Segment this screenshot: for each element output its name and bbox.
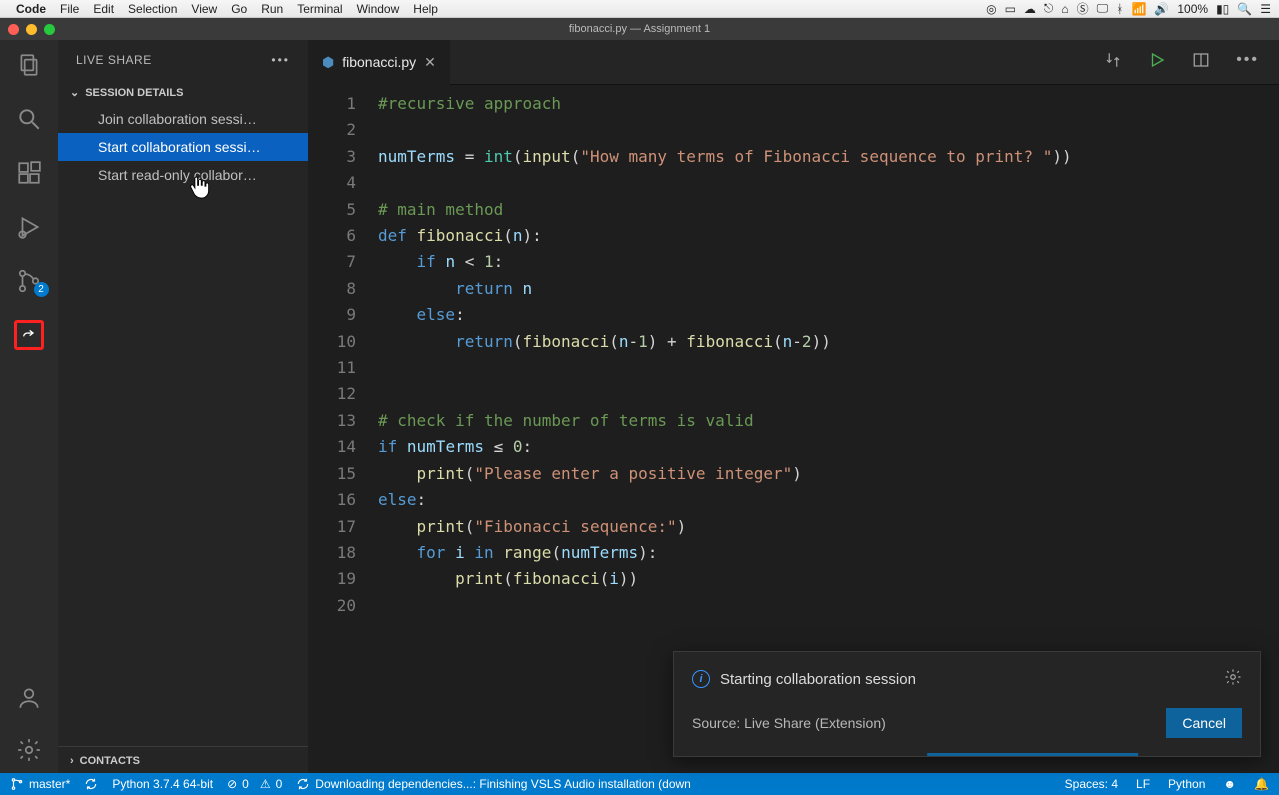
status-python[interactable]: Python 3.7.4 64-bit	[112, 777, 213, 791]
compare-changes-icon[interactable]	[1104, 51, 1122, 74]
progress-bar	[927, 753, 1138, 756]
activity-bar: 2	[0, 40, 58, 775]
wifi-icon: 📶	[1131, 2, 1146, 16]
status-lang[interactable]: Python	[1168, 777, 1205, 791]
maximize-window-icon[interactable]	[44, 24, 55, 35]
tab-fibonacci[interactable]: ⬢ fibonacci.py ✕	[308, 40, 450, 85]
live-share-icon[interactable]	[14, 320, 44, 350]
menu-file[interactable]: File	[60, 2, 79, 16]
line-gutter: 1234567891011121314151617181920	[308, 91, 378, 775]
sidebar-item-readonly[interactable]: Start read-only collabor…	[58, 161, 308, 189]
status-spaces[interactable]: Spaces: 4	[1065, 777, 1118, 791]
close-window-icon[interactable]	[8, 24, 19, 35]
sidebar-item-start[interactable]: Start collaboration sessi…	[58, 133, 308, 161]
volume-icon: 🔊	[1154, 2, 1169, 16]
split-editor-icon[interactable]	[1192, 51, 1210, 74]
error-count: 0	[242, 777, 249, 791]
menu-help[interactable]: Help	[413, 2, 438, 16]
status-branch[interactable]: master*	[10, 777, 70, 791]
notifications-icon[interactable]: 🔔	[1254, 777, 1269, 791]
sidebar-item-join[interactable]: Join collaboration sessi…	[58, 105, 308, 133]
account-icon[interactable]	[14, 683, 44, 713]
status-icon: 🖵	[1097, 1, 1109, 16]
bluetooth-icon: ᚼ	[1116, 2, 1123, 16]
tab-label: fibonacci.py	[342, 54, 416, 70]
traffic-lights[interactable]	[8, 24, 55, 35]
toast-source: Source: Live Share (Extension)	[692, 715, 886, 731]
menu-app[interactable]: Code	[16, 2, 46, 16]
menu-window[interactable]: Window	[357, 2, 400, 16]
run-debug-icon[interactable]	[14, 212, 44, 242]
source-control-icon[interactable]: 2	[14, 266, 44, 296]
status-icon: ⎋	[1044, 1, 1054, 16]
status-icon: ⌂	[1061, 2, 1068, 16]
sidebar-title: LIVE SHARE	[76, 53, 152, 67]
control-center-icon[interactable]: ☰	[1260, 2, 1271, 16]
status-task[interactable]: Downloading dependencies...: Finishing V…	[296, 777, 691, 791]
menu-view[interactable]: View	[191, 2, 217, 16]
warning-count: 0	[276, 777, 283, 791]
feedback-icon[interactable]: ☻	[1223, 777, 1236, 791]
spotlight-icon[interactable]: 🔍	[1237, 2, 1252, 16]
minimize-window-icon[interactable]	[26, 24, 37, 35]
status-eol[interactable]: LF	[1136, 777, 1150, 791]
battery-icon: ▮▯	[1216, 2, 1229, 16]
toast-settings-icon[interactable]	[1224, 668, 1242, 690]
search-icon[interactable]	[14, 104, 44, 134]
status-icon: ▭	[1005, 2, 1016, 16]
info-icon: i	[692, 670, 710, 688]
status-icon: Ⓢ	[1077, 0, 1089, 17]
status-icon: ◎	[986, 2, 996, 16]
contacts-label: CONTACTS	[80, 755, 140, 767]
cancel-button[interactable]: Cancel	[1166, 708, 1242, 738]
window-title: fibonacci.py — Assignment 1	[569, 23, 710, 35]
chevron-down-icon: ⌄	[70, 86, 79, 99]
close-tab-icon[interactable]: ✕	[424, 54, 436, 71]
menu-run[interactable]: Run	[261, 2, 283, 16]
python-file-icon: ⬢	[322, 54, 334, 71]
menu-go[interactable]: Go	[231, 2, 247, 16]
session-details-header[interactable]: ⌄ SESSION DETAILS	[58, 80, 308, 105]
editor-tabs: ⬢ fibonacci.py ✕ •••	[308, 40, 1279, 85]
settings-gear-icon[interactable]	[14, 735, 44, 765]
status-sync-icon[interactable]	[84, 777, 98, 791]
contacts-header[interactable]: › CONTACTS	[58, 746, 308, 775]
menu-selection[interactable]: Selection	[128, 2, 177, 16]
notification-toast: i Starting collaboration session Source:…	[673, 651, 1261, 757]
menu-edit[interactable]: Edit	[93, 2, 114, 16]
run-icon[interactable]	[1148, 51, 1166, 74]
sidebar: LIVE SHARE ••• ⌄ SESSION DETAILS Join co…	[58, 40, 308, 775]
more-icon[interactable]: •••	[271, 53, 290, 67]
task-label: Downloading dependencies...: Finishing V…	[315, 777, 691, 791]
battery-text: 100%	[1177, 2, 1208, 16]
branch-label: master*	[29, 777, 70, 791]
window-titlebar: fibonacci.py — Assignment 1	[0, 18, 1279, 40]
menu-terminal[interactable]: Terminal	[297, 2, 342, 16]
section-label: SESSION DETAILS	[85, 87, 183, 99]
explorer-icon[interactable]	[14, 50, 44, 80]
scm-badge: 2	[34, 282, 49, 297]
status-bar: master* Python 3.7.4 64-bit ⊘0 ⚠0 Downlo…	[0, 773, 1279, 795]
status-icon: ☁	[1024, 2, 1036, 16]
extensions-icon[interactable]	[14, 158, 44, 188]
more-actions-icon[interactable]: •••	[1236, 51, 1259, 74]
toast-title: Starting collaboration session	[720, 671, 916, 688]
status-problems[interactable]: ⊘0 ⚠0	[227, 777, 282, 791]
macos-menubar: Code File Edit Selection View Go Run Ter…	[0, 0, 1279, 18]
chevron-right-icon: ›	[70, 755, 74, 767]
